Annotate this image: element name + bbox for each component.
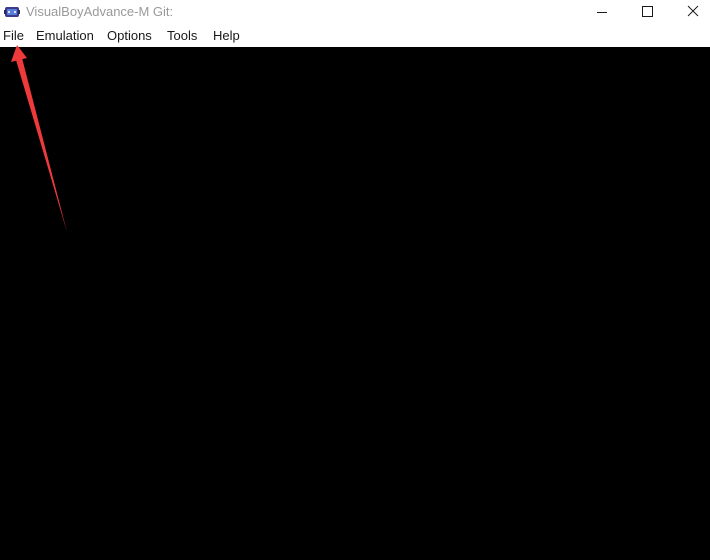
close-icon xyxy=(687,5,699,17)
menu-emulation[interactable]: Emulation xyxy=(36,28,94,44)
menu-options[interactable]: Options xyxy=(107,28,152,44)
gamepad-app-icon xyxy=(4,7,20,17)
menu-help[interactable]: Help xyxy=(213,28,240,44)
maximize-icon xyxy=(642,6,653,17)
maximize-button[interactable] xyxy=(624,0,670,24)
close-button[interactable] xyxy=(670,0,710,24)
menu-bar: File Emulation Options Tools Help xyxy=(0,26,710,46)
menu-tools[interactable]: Tools xyxy=(167,28,197,44)
title-bar[interactable]: VisualBoyAdvance-M Git: xyxy=(0,0,710,24)
minimize-button[interactable] xyxy=(578,0,624,24)
minimize-icon xyxy=(597,12,607,13)
app-window: VisualBoyAdvance-M Git: File Emulation O… xyxy=(0,0,710,560)
menu-file[interactable]: File xyxy=(3,28,24,44)
window-title: VisualBoyAdvance-M Git: xyxy=(26,4,174,19)
emulator-display[interactable] xyxy=(0,47,710,560)
